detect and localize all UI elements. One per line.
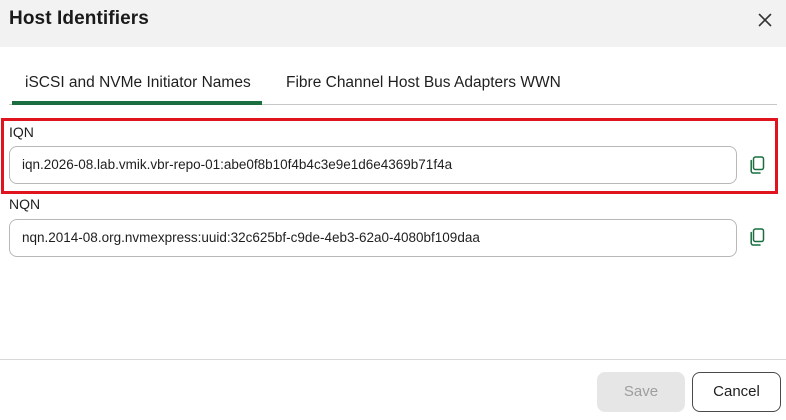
tab-iscsi-nvme-initiator-names[interactable]: iSCSI and NVMe Initiator Names xyxy=(25,74,251,92)
close-icon[interactable] xyxy=(756,11,774,29)
copy-icon[interactable] xyxy=(749,156,765,174)
iqn-field[interactable]: iqn.2026-08.lab.vmik.vbr-repo-01:abe0f8b… xyxy=(9,146,737,184)
tab-fibre-channel-hba-wwn[interactable]: Fibre Channel Host Bus Adapters WWN xyxy=(286,74,561,92)
host-identifiers-dialog: Host Identifiers iSCSI and NVMe Initiato… xyxy=(0,0,786,420)
copy-icon[interactable] xyxy=(749,228,765,246)
nqn-field[interactable]: nqn.2014-08.org.nvmexpress:uuid:32c625bf… xyxy=(9,219,737,257)
active-tab-indicator xyxy=(12,101,262,105)
tab-bar: iSCSI and NVMe Initiator Names Fibre Cha… xyxy=(9,66,777,105)
nqn-label: NQN xyxy=(9,196,41,212)
save-button[interactable]: Save xyxy=(597,372,685,412)
footer-divider xyxy=(0,359,786,360)
dialog-header: Host Identifiers xyxy=(0,0,786,47)
cancel-button[interactable]: Cancel xyxy=(692,372,781,412)
iqn-label: IQN xyxy=(9,124,34,140)
dialog-title: Host Identifiers xyxy=(9,8,149,29)
